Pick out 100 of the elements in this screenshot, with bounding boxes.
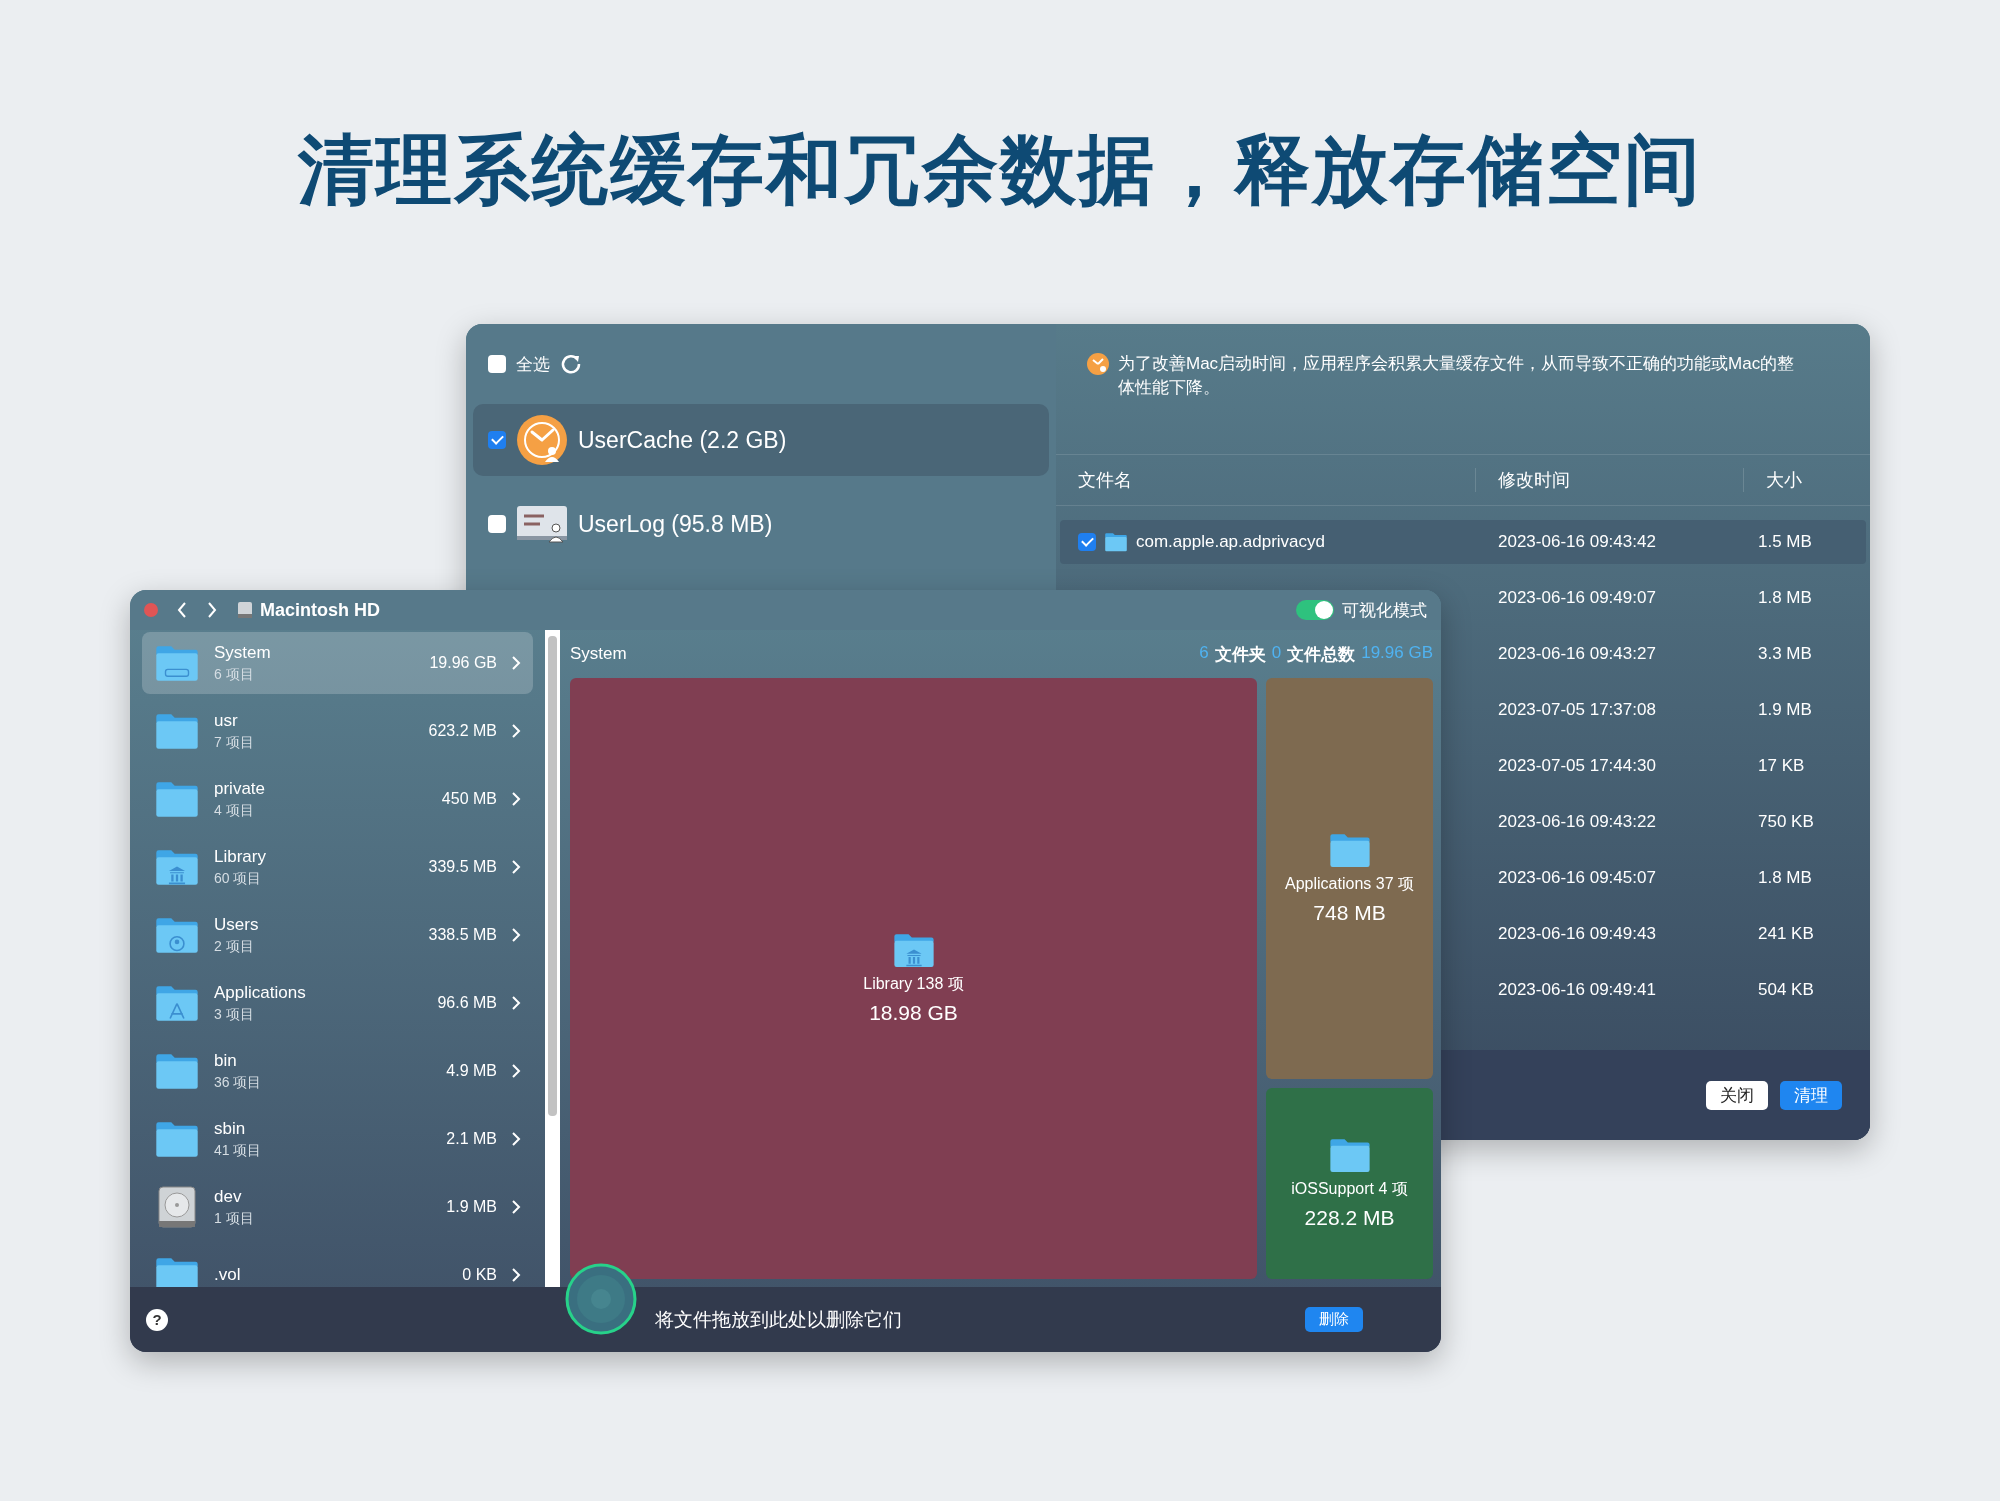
modified-time: 2023-07-05 17:37:08 bbox=[1497, 700, 1657, 720]
folder-item[interactable]: Applications 3 项目 96.6 MB bbox=[142, 972, 533, 1034]
drop-hint: 将文件拖放到此处以删除它们 bbox=[655, 1307, 902, 1332]
folder-name: System bbox=[214, 642, 272, 663]
chevron-icon bbox=[511, 723, 521, 739]
folder-item[interactable]: sbin 41 项目 2.1 MB bbox=[142, 1108, 533, 1170]
folder-item[interactable]: Users 2 项目 338.5 MB bbox=[142, 904, 533, 966]
folder-icon bbox=[154, 644, 200, 682]
folder-name: dev bbox=[214, 1186, 243, 1207]
folder-size: 96.6 MB bbox=[437, 994, 497, 1012]
folder-size: 338.5 MB bbox=[428, 926, 497, 944]
chevron-icon bbox=[511, 927, 521, 943]
table-row[interactable]: com.apple.ap.adprivacyd 2023-06-16 09:43:42 1.5 MB bbox=[1060, 520, 1866, 564]
file-size: 750 KB bbox=[1757, 812, 1815, 832]
column-header[interactable]: 修改时间 bbox=[1476, 468, 1744, 492]
folder-item[interactable]: dev 1 项目 1.9 MB bbox=[142, 1176, 533, 1238]
stat-label: 文件夹 bbox=[1214, 643, 1266, 666]
close-button[interactable]: 关闭 bbox=[1706, 1080, 1768, 1110]
folder-icon bbox=[154, 1256, 200, 1287]
stat-value: 6 bbox=[1199, 642, 1209, 664]
chevron-icon bbox=[511, 995, 521, 1011]
modified-time: 2023-06-16 09:49:43 bbox=[1497, 924, 1657, 944]
folder-name: Applications bbox=[214, 982, 307, 1003]
folder-item[interactable]: private 4 项目 450 MB bbox=[142, 768, 533, 830]
folder-name: sbin bbox=[214, 1118, 247, 1139]
folder-name: bin bbox=[214, 1050, 238, 1071]
folder-size: 339.5 MB bbox=[428, 858, 497, 876]
stat-value: 0 bbox=[1271, 642, 1282, 664]
item-count: 41 项目 bbox=[214, 1141, 263, 1160]
item-count: 1 项目 bbox=[214, 1209, 255, 1228]
hard-drive-icon bbox=[236, 601, 254, 619]
folder-name: .vol bbox=[214, 1265, 242, 1285]
checkbox[interactable] bbox=[488, 431, 506, 449]
category-item[interactable]: UserLog (95.8 MB) bbox=[473, 488, 1049, 560]
chevron-icon bbox=[511, 791, 521, 807]
current-folder: System bbox=[570, 644, 627, 664]
folder-size: 450 MB bbox=[441, 790, 497, 808]
folder-size: 19.96 GB bbox=[429, 654, 497, 672]
category-label: UserLog (95.8 MB) bbox=[578, 510, 773, 538]
back-icon[interactable] bbox=[176, 601, 188, 619]
clock-icon bbox=[1086, 352, 1110, 376]
item-count: 2 项目 bbox=[214, 937, 255, 956]
folder-icon bbox=[154, 848, 200, 886]
visual-mode-toggle[interactable] bbox=[1296, 600, 1334, 620]
item-count: 4 项目 bbox=[214, 801, 255, 820]
folder-icon bbox=[154, 984, 200, 1022]
column-header[interactable]: 文件名 bbox=[1056, 468, 1476, 492]
refresh-icon[interactable] bbox=[560, 353, 582, 375]
help-button[interactable]: ? bbox=[146, 1308, 168, 1331]
file-size: 504 KB bbox=[1757, 980, 1815, 1000]
item-count: 3 项目 bbox=[214, 1005, 255, 1024]
file-size: 1.9 MB bbox=[1757, 700, 1813, 720]
file-size: 1.5 MB bbox=[1757, 532, 1813, 552]
treemap-tile[interactable]: Applications 37 项 748 MB bbox=[1266, 678, 1433, 1080]
folder-name: usr bbox=[214, 710, 239, 731]
column-header[interactable]: 大小 bbox=[1744, 468, 1870, 492]
file-size: 1.8 MB bbox=[1757, 588, 1813, 608]
folder-name: Library bbox=[214, 846, 267, 867]
folder-icon bbox=[154, 1120, 200, 1158]
tile-size: 228.2 MB bbox=[1304, 1206, 1395, 1231]
chevron-icon bbox=[511, 1267, 521, 1283]
modified-time: 2023-06-16 09:49:07 bbox=[1497, 588, 1657, 608]
chevron-icon bbox=[511, 859, 521, 875]
treemap-tile[interactable]: Library 138 项 18.98 GB bbox=[570, 678, 1257, 1279]
category-label: UserCache (2.2 GB) bbox=[578, 426, 787, 454]
tile-label: Library 138 项 bbox=[863, 974, 964, 994]
folder-item[interactable]: Library 60 项目 339.5 MB bbox=[142, 836, 533, 898]
checkbox[interactable] bbox=[488, 355, 506, 373]
select-all-label: 全选 bbox=[516, 353, 550, 376]
folder-icon bbox=[1104, 532, 1128, 552]
folder-icon bbox=[1327, 1137, 1372, 1174]
folder-item[interactable]: .vol 0 KB bbox=[142, 1244, 533, 1287]
folder-icon bbox=[154, 1052, 200, 1090]
modified-time: 2023-06-16 09:43:22 bbox=[1497, 812, 1657, 832]
forward-icon[interactable] bbox=[206, 601, 218, 619]
treemap-tile[interactable]: iOSSupport 4 项 228.2 MB bbox=[1266, 1088, 1433, 1279]
chevron-icon bbox=[511, 1131, 521, 1147]
clock-icon bbox=[516, 414, 568, 466]
folder-item[interactable]: System 6 项目 19.96 GB bbox=[142, 632, 533, 694]
file-size: 3.3 MB bbox=[1757, 644, 1813, 664]
delete-button[interactable]: 删除 bbox=[1305, 1307, 1363, 1332]
folder-name: private bbox=[214, 778, 267, 799]
modified-time: 2023-07-05 17:44:30 bbox=[1497, 756, 1657, 776]
checkbox[interactable] bbox=[488, 515, 506, 533]
modified-time: 2023-06-16 09:43:27 bbox=[1497, 644, 1657, 664]
stat-value: 19.96 GB bbox=[1361, 642, 1433, 664]
folder-item[interactable]: usr 7 项目 623.2 MB bbox=[142, 700, 533, 762]
chevron-icon bbox=[511, 655, 521, 671]
checkbox[interactable] bbox=[1078, 533, 1096, 551]
modified-time: 2023-06-16 09:43:42 bbox=[1497, 532, 1657, 552]
drop-target-icon[interactable] bbox=[565, 1263, 637, 1335]
file-size: 1.8 MB bbox=[1757, 868, 1813, 888]
folder-item[interactable]: bin 36 项目 4.9 MB bbox=[142, 1040, 533, 1102]
folder-icon bbox=[891, 932, 936, 968]
folder-size: 4.9 MB bbox=[446, 1062, 497, 1080]
scrollbar[interactable] bbox=[545, 630, 560, 1287]
item-count: 36 项目 bbox=[214, 1073, 263, 1092]
category-item[interactable]: UserCache (2.2 GB) bbox=[473, 404, 1049, 476]
clean-button[interactable]: 清理 bbox=[1780, 1080, 1842, 1110]
file-name: com.apple.ap.adprivacyd bbox=[1136, 532, 1325, 552]
